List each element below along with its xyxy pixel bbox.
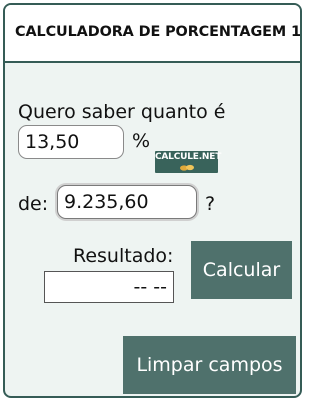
coins-icon	[180, 164, 194, 171]
percent-sign: %	[132, 130, 151, 152]
logo-text: CALCULE.NET	[155, 152, 222, 162]
calculate-button[interactable]: Calcular	[191, 241, 292, 299]
result-output: -- --	[44, 271, 174, 303]
page-title: CALCULADORA DE PORCENTAGEM 1	[15, 24, 301, 40]
calculator-panel: CALCULADORA DE PORCENTAGEM 1 Quero saber…	[3, 3, 302, 398]
result-label: Resultado:	[73, 245, 174, 267]
question-mark: ?	[205, 193, 216, 215]
percent-input[interactable]	[18, 125, 124, 159]
clear-fields-button[interactable]: Limpar campos	[123, 336, 296, 394]
of-label: de:	[18, 193, 49, 215]
calcule-net-logo[interactable]: CALCULE.NET	[155, 151, 222, 173]
question-prompt: Quero saber quanto é	[18, 101, 226, 123]
title-bar: CALCULADORA DE PORCENTAGEM 1	[5, 5, 300, 63]
base-value-input[interactable]	[57, 185, 197, 219]
